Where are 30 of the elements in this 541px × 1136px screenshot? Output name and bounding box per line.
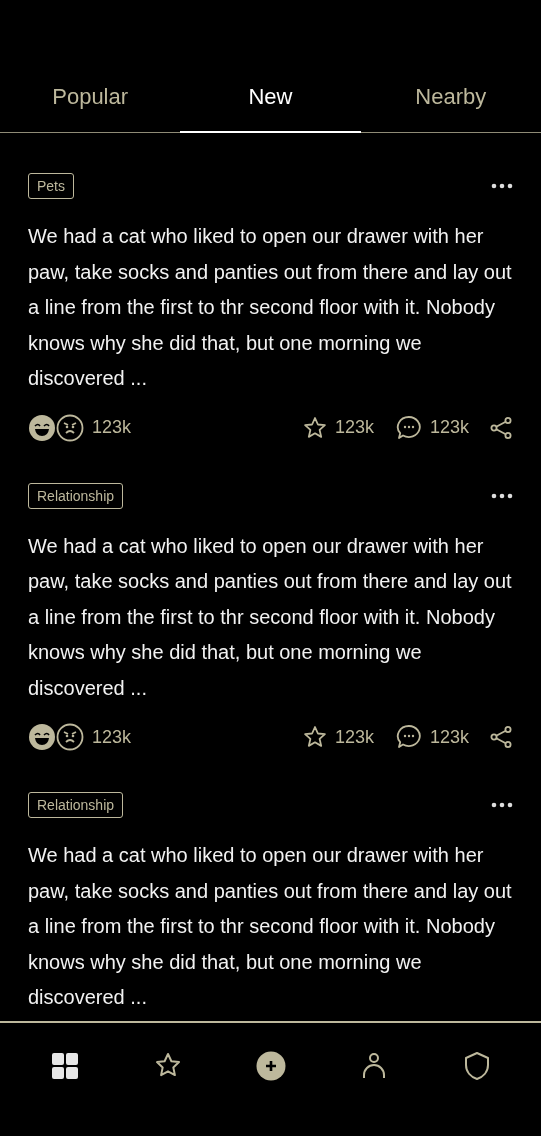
share-icon[interactable] — [489, 725, 513, 749]
star-icon[interactable] — [302, 725, 327, 749]
angry-face-icon[interactable] — [56, 413, 84, 442]
angry-face-icon[interactable] — [56, 723, 84, 751]
comment-count: 123k — [429, 726, 469, 748]
post-text: We had a cat who liked to open our drawer with her paw, take socks and panties out from there and lay out a line from the first to thr second floor with it. Nobody knows why she did that, but one morning we discovered ... — [28, 533, 513, 701]
more-icon[interactable] — [491, 802, 513, 808]
favorite-count: 123k — [334, 726, 374, 748]
more-icon[interactable] — [491, 492, 513, 499]
comment-icon[interactable] — [395, 724, 422, 750]
grid-icon — [49, 1051, 80, 1081]
share-icon[interactable] — [489, 415, 513, 440]
category-tag[interactable]: Pets — [28, 173, 74, 199]
post-text: We had a cat who liked to open our drawer with her paw, take socks and panties out from there and lay out a line from the first to thr second floor with it. Nobody knows why she did that, but one morning we discovered ... — [28, 843, 513, 1010]
tab[interactable]: Popular — [0, 84, 181, 132]
post-text: We had a cat who liked to open our drawer with her paw, take socks and panties out from there and lay out a line from the first to thr second floor with it. Nobody knows why she did that, but one morning we discovered ... — [28, 224, 513, 391]
reaction-count: 123k — [92, 726, 132, 748]
category-tag[interactable]: Relationship — [28, 792, 124, 818]
tab[interactable]: New — [180, 84, 361, 133]
favorite-count: 123k — [334, 417, 374, 438]
comment-icon[interactable] — [395, 414, 422, 441]
category-tag[interactable]: Relationship — [28, 482, 124, 509]
laughing-face-icon[interactable] — [28, 723, 56, 751]
reaction-count: 123k — [92, 417, 132, 438]
laughing-face-icon[interactable] — [28, 413, 56, 442]
star-icon[interactable] — [302, 415, 327, 440]
tab[interactable]: Nearby — [360, 84, 541, 132]
add-icon — [255, 1051, 286, 1081]
more-icon[interactable] — [491, 183, 513, 189]
comment-count: 123k — [429, 417, 469, 438]
